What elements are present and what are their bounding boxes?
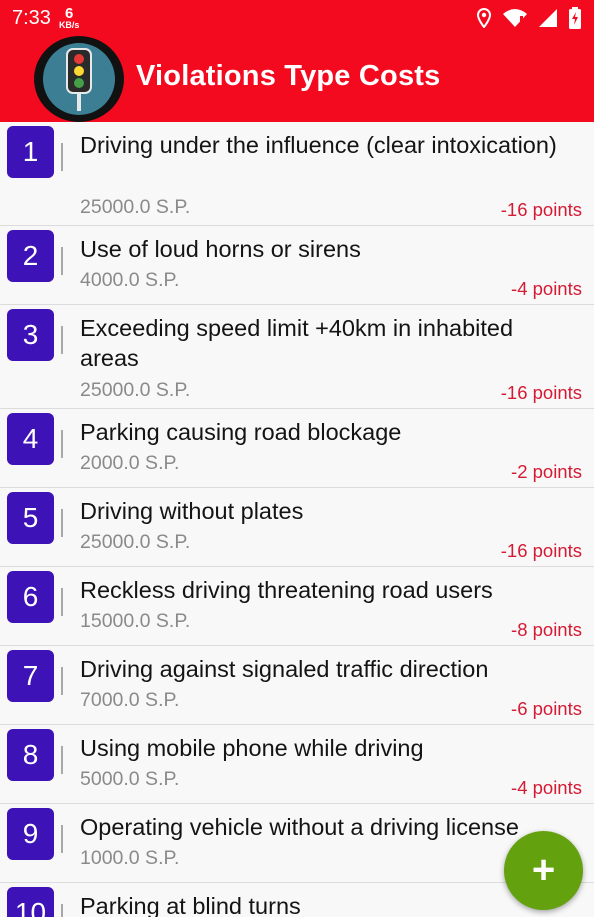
- app-logo: [34, 36, 124, 122]
- item-number-badge: 8: [7, 729, 54, 781]
- location-icon: [476, 8, 492, 28]
- item-divider: [61, 746, 63, 774]
- violation-points: -4 points: [511, 777, 582, 798]
- violation-name: Driving against signaled traffic directi…: [80, 656, 489, 682]
- traffic-light-icon: [66, 48, 92, 111]
- status-bar: 7:33 6 KB/s: [0, 0, 594, 36]
- list-item[interactable]: 1 Driving under the influence (clear int…: [0, 122, 594, 226]
- violation-points: -4 points: [511, 278, 582, 299]
- violation-points: -16 points: [500, 382, 582, 403]
- status-icons: [476, 7, 582, 29]
- add-violation-button[interactable]: +: [504, 831, 583, 910]
- violation-name: Driving without plates: [80, 498, 304, 524]
- item-divider: [61, 326, 63, 354]
- violations-list[interactable]: 1 Driving under the influence (clear int…: [0, 122, 594, 917]
- violation-cost: 5000.0 S.P.: [80, 768, 180, 790]
- violation-cost: 2000.0 S.P.: [80, 452, 180, 474]
- violation-cost: 4000.0 S.P.: [80, 269, 180, 291]
- item-divider: [61, 904, 63, 917]
- network-speed-unit: KB/s: [58, 20, 80, 30]
- item-divider: [61, 588, 63, 616]
- item-number-badge: 6: [7, 571, 54, 623]
- violation-cost: 1000.0 S.P.: [80, 847, 180, 869]
- add-icon: +: [531, 848, 556, 892]
- violation-name: Parking at blind turns: [80, 893, 301, 917]
- battery-charging-icon: [569, 7, 581, 29]
- page-title: Violations Type Costs: [136, 60, 441, 92]
- violation-name: Reckless driving threatening road users: [80, 577, 493, 603]
- item-number-badge: 4: [7, 413, 54, 465]
- violation-points: -6 points: [511, 698, 582, 719]
- violation-cost: 25000.0 S.P.: [80, 196, 191, 218]
- violation-name: Operating vehicle without a driving lice…: [80, 814, 519, 840]
- item-divider: [61, 825, 63, 853]
- violation-points: -8 points: [511, 619, 582, 640]
- item-number-badge: 1: [7, 126, 54, 178]
- item-divider: [61, 247, 63, 275]
- status-time: 7:33: [12, 6, 51, 29]
- violation-points: -2 points: [511, 461, 582, 482]
- network-speed: 6 KB/s: [59, 6, 80, 30]
- item-number-badge: 7: [7, 650, 54, 702]
- item-number-badge: 5: [7, 492, 54, 544]
- wifi-icon: [503, 9, 527, 27]
- violation-cost: 7000.0 S.P.: [80, 689, 180, 711]
- item-number-badge: 10: [7, 887, 54, 917]
- violation-name: Parking causing road blockage: [80, 419, 402, 445]
- item-number-badge: 3: [7, 309, 54, 361]
- violation-points: -16 points: [500, 199, 582, 220]
- item-divider: [61, 509, 63, 537]
- item-divider: [61, 667, 63, 695]
- list-item[interactable]: 3 Exceeding speed limit +40km in inhabit…: [0, 305, 594, 409]
- violation-points: -16 points: [500, 540, 582, 561]
- app-bar: 7:33 6 KB/s Violations Type Costs: [0, 0, 594, 122]
- list-item[interactable]: 4 Parking causing road blockage 2000.0 S…: [0, 409, 594, 488]
- violation-name: Using mobile phone while driving: [80, 735, 424, 761]
- list-item[interactable]: 7 Driving against signaled traffic direc…: [0, 646, 594, 725]
- list-item[interactable]: 5 Driving without plates 25000.0 S.P. -1…: [0, 488, 594, 567]
- list-item[interactable]: 10 Parking at blind turns: [0, 883, 594, 917]
- network-speed-value: 6: [65, 5, 74, 22]
- item-number-badge: 9: [7, 808, 54, 860]
- item-number-badge: 2: [7, 230, 54, 282]
- violation-cost: 15000.0 S.P.: [80, 610, 191, 632]
- cell-signal-icon: [539, 9, 557, 27]
- list-item[interactable]: 8 Using mobile phone while driving 5000.…: [0, 725, 594, 804]
- violation-name: Use of loud horns or sirens: [80, 236, 361, 262]
- violation-name: Exceeding speed limit +40km in inhabited…: [80, 315, 514, 371]
- item-divider: [61, 143, 63, 171]
- list-item[interactable]: 6 Reckless driving threatening road user…: [0, 567, 594, 646]
- violation-cost: 25000.0 S.P.: [80, 379, 191, 401]
- item-divider: [61, 430, 63, 458]
- list-item[interactable]: 2 Use of loud horns or sirens 4000.0 S.P…: [0, 226, 594, 305]
- violation-cost: 25000.0 S.P.: [80, 531, 191, 553]
- violation-name: Driving under the influence (clear intox…: [80, 132, 557, 158]
